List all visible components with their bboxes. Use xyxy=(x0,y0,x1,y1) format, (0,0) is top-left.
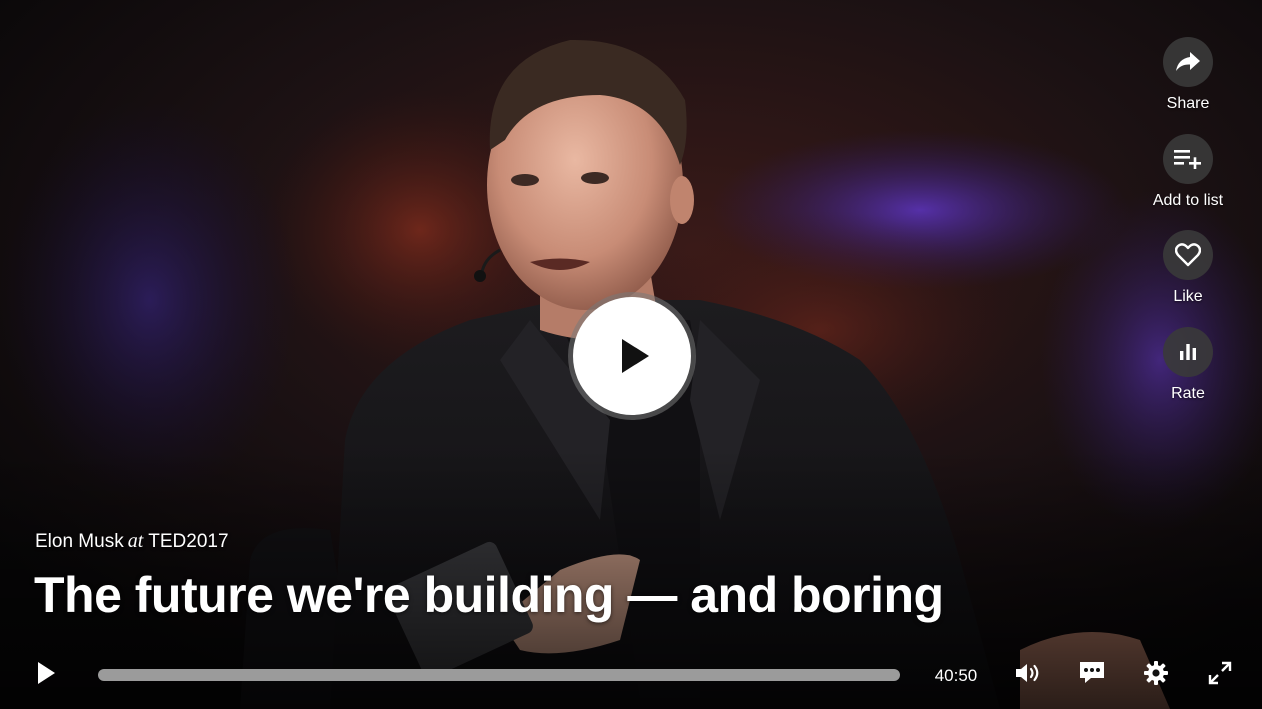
fullscreen-button[interactable] xyxy=(1200,650,1240,700)
like-label: Like xyxy=(1173,288,1203,305)
bar-chart-icon xyxy=(1163,326,1213,377)
video-player[interactable]: Share Add to list Like Rate Elon Musk at… xyxy=(0,0,1262,709)
play-button[interactable] xyxy=(26,650,66,700)
big-play-button[interactable] xyxy=(568,292,696,420)
add-to-list-button[interactable]: Add to list xyxy=(1128,133,1248,231)
rate-label: Rate xyxy=(1171,384,1205,402)
gear-icon xyxy=(1143,660,1169,691)
duration-label: 40:50 xyxy=(934,666,978,685)
playlist-add-icon xyxy=(1163,133,1213,184)
share-icon xyxy=(1163,37,1213,87)
like-button[interactable]: Like xyxy=(1128,230,1248,327)
volume-button[interactable] xyxy=(1008,650,1048,700)
talk-byline: Elon Musk at TED2017 xyxy=(35,530,229,553)
talk-title: The future we're building — and boring xyxy=(34,567,944,623)
fullscreen-icon xyxy=(1208,661,1232,690)
big-play-icon xyxy=(573,297,691,415)
add-to-list-label: Add to list xyxy=(1152,191,1224,209)
share-button[interactable]: Share xyxy=(1128,37,1248,134)
heart-icon xyxy=(1163,230,1213,280)
speaker-name: Elon Musk xyxy=(35,531,124,552)
share-label: Share xyxy=(1166,95,1210,112)
rate-button[interactable]: Rate xyxy=(1128,326,1248,424)
event-name: TED2017 xyxy=(148,531,229,552)
at-word: at xyxy=(127,530,144,552)
progress-bar[interactable] xyxy=(98,669,900,681)
settings-button[interactable] xyxy=(1136,650,1176,700)
captions-button[interactable] xyxy=(1072,650,1112,700)
volume-icon xyxy=(1014,661,1042,690)
side-actions: Share Add to list Like Rate xyxy=(1128,37,1248,423)
captions-icon xyxy=(1079,661,1105,690)
play-icon xyxy=(35,660,57,691)
